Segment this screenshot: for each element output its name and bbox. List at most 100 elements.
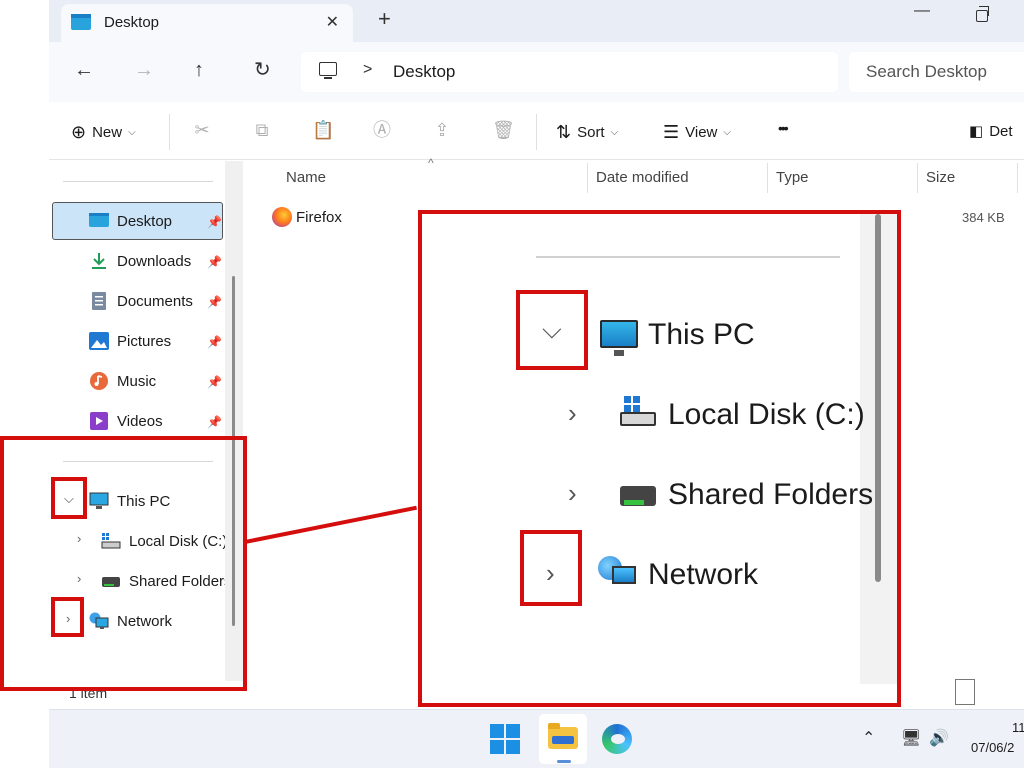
new-tab-button[interactable]: + (378, 8, 391, 30)
this-pc-icon (600, 320, 638, 356)
column-size[interactable]: Size (926, 169, 955, 186)
refresh-button[interactable]: ↻ (254, 60, 271, 80)
view-button[interactable]: ☰ View ⌵ (663, 122, 731, 143)
sidebar-item-label: Pictures (117, 332, 172, 350)
up-button[interactable]: ↑ (194, 60, 204, 80)
sidebar-item-videos[interactable]: Videos (89, 403, 163, 439)
new-button[interactable]: ⊕ New ⌵ (71, 122, 136, 143)
chevron-right-icon: › (568, 398, 577, 428)
pin-icon[interactable]: 📌 (207, 295, 222, 309)
pin-icon[interactable]: 📌 (207, 415, 222, 429)
pin-icon[interactable]: 📌 (207, 335, 222, 349)
title-bar: Desktop ✕ + — (49, 0, 1024, 42)
monitor-icon (319, 62, 337, 79)
pin-icon[interactable]: 📌 (207, 255, 222, 269)
callout-shared-folders-label: Shared Folders (668, 478, 874, 511)
sidebar-item-downloads[interactable]: Downloads (89, 243, 191, 279)
clock-date[interactable]: 07/06/2 (971, 740, 1014, 755)
plus-circle-icon: ⊕ (71, 122, 87, 142)
start-button[interactable] (490, 724, 520, 754)
volume-icon[interactable]: 🔊 (929, 728, 949, 748)
callout-scrollbar-thumb (875, 214, 881, 582)
details-pane-button[interactable]: ◧ Det (969, 122, 1013, 141)
column-divider[interactable] (1017, 163, 1018, 193)
folder-icon (548, 723, 578, 749)
search-placeholder: Search Desktop (866, 62, 987, 81)
documents-icon (92, 292, 106, 310)
navigation-bar: ← → ↑ ↻ > Desktop Search Desktop (49, 42, 1024, 102)
restore-button[interactable] (976, 6, 989, 22)
callout-this-pc-label: This PC (648, 318, 755, 351)
windows-logo-pane (506, 740, 520, 754)
pin-icon[interactable]: 📌 (207, 375, 222, 389)
firefox-icon (272, 207, 292, 227)
close-tab-icon[interactable]: ✕ (326, 12, 339, 32)
tab-title: Desktop (104, 14, 160, 31)
sidebar-item-music[interactable]: Music (89, 363, 156, 399)
clock-time[interactable]: 11 (1012, 720, 1024, 735)
chevron-right-icon: › (568, 478, 577, 508)
new-label: New (92, 124, 123, 141)
windows-logo-icon (490, 724, 504, 738)
cut-icon[interactable]: ✂ (192, 120, 212, 140)
videos-icon (90, 412, 108, 430)
column-name[interactable]: Name (286, 169, 326, 186)
annotation-highlight-box (0, 436, 247, 691)
search-input[interactable]: Search Desktop (849, 52, 1024, 92)
divider (536, 256, 840, 258)
chevron-down-icon: ⌵ (542, 314, 562, 344)
address-bar[interactable]: > Desktop (301, 52, 838, 92)
details-label: Det (989, 122, 1013, 140)
chevron-up-icon[interactable]: ⌃ (862, 728, 875, 748)
breadcrumb-separator[interactable]: > (363, 61, 372, 79)
chevron-right-icon: › (546, 558, 555, 588)
sidebar-item-documents[interactable]: Documents (89, 283, 193, 319)
forward-button[interactable]: → (134, 60, 154, 80)
monitor-shape (612, 566, 636, 584)
paste-icon[interactable]: 📋 (312, 120, 334, 140)
desktop-icon (71, 14, 91, 30)
column-divider[interactable] (587, 163, 588, 193)
view-icon: ☰ (663, 122, 680, 142)
shared-folder-icon (620, 486, 656, 506)
edge-browser-icon[interactable] (602, 724, 632, 754)
minimize-button[interactable]: — (914, 2, 930, 20)
annotation-connector-line (244, 505, 417, 544)
chevron-down-icon: ⌵ (128, 127, 136, 138)
back-button[interactable]: ← (74, 60, 94, 80)
windows-logo-pane (490, 740, 504, 754)
divider (169, 114, 170, 150)
sort-button[interactable]: ⇅ Sort ⌵ (556, 122, 618, 143)
file-explorer-taskbar-button[interactable] (539, 714, 587, 764)
pin-icon[interactable]: 📌 (207, 215, 222, 229)
callout-network-label: Network (648, 558, 759, 591)
drive-icon (620, 396, 656, 426)
share-icon[interactable]: ⇪ (432, 120, 452, 140)
column-divider[interactable] (917, 163, 918, 193)
copy-icon[interactable]: ⧉ (252, 120, 272, 140)
pictures-icon (89, 332, 109, 350)
rename-icon[interactable]: Ⓐ (372, 120, 392, 140)
more-options-icon[interactable]: ••• (778, 120, 789, 136)
sort-ascending-icon: ^ (428, 156, 434, 170)
column-type[interactable]: Type (776, 169, 809, 186)
divider (536, 114, 537, 150)
sidebar-item-label: Videos (117, 412, 163, 430)
details-pane-icon: ◧ (969, 123, 984, 140)
column-date-modified[interactable]: Date modified (596, 169, 689, 186)
delete-icon[interactable]: 🗑 (492, 120, 515, 140)
active-indicator (557, 760, 571, 763)
music-icon (90, 372, 108, 390)
download-icon (92, 253, 106, 269)
details-view-icon[interactable] (955, 679, 975, 705)
sidebar-item-pictures[interactable]: Pictures (89, 323, 171, 359)
network-tray-icon[interactable]: 🖥 (901, 728, 921, 748)
taskbar: ⌃ 🖥 🔊 11 07/06/2 (49, 709, 1024, 768)
sidebar-item-label: Desktop (117, 212, 173, 230)
column-divider[interactable] (767, 163, 768, 193)
column-header-row: ^ Name Date modified Type Size (246, 156, 1024, 195)
sidebar-item-desktop[interactable]: Desktop (89, 203, 172, 239)
annotation-collapse-box (51, 597, 84, 637)
tab-desktop[interactable]: Desktop ✕ (61, 4, 353, 42)
breadcrumb-desktop[interactable]: Desktop (393, 62, 455, 82)
